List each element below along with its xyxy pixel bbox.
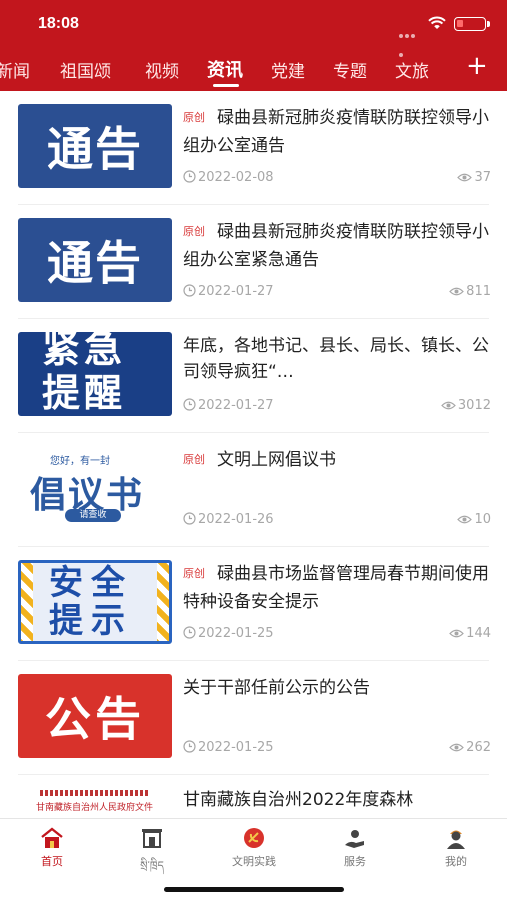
eye-icon — [457, 173, 473, 182]
tab-video[interactable]: 视频 — [145, 57, 179, 82]
gate-icon — [142, 829, 162, 848]
article-title: 原创 碌曲县新冠肺炎疫情联防联控领导小组办公室紧急通告 — [183, 222, 489, 270]
nav-profile-label: 我的 — [445, 855, 467, 868]
tab-culture-tourism[interactable]: 文旅 — [395, 57, 429, 82]
list-item[interactable]: 甘南藏族自治州人民政府文件 甘南藏族自治州2022年度森林 — [0, 775, 507, 818]
article-date: 2022-01-25 — [183, 626, 274, 641]
article-title: 原创 文明上网倡议书 — [183, 450, 336, 470]
original-badge: 原创 — [183, 567, 205, 580]
clock-icon — [183, 626, 196, 639]
eye-icon — [449, 287, 465, 296]
list-item[interactable]: 安全 提示 原创 碌曲县市场监督管理局春节期间使用特种设备安全提示 2022-01… — [0, 547, 507, 661]
article-title: 年底，各地书记、县长、局长、镇长、公司领导疯狂“… — [183, 336, 489, 382]
article-views: 144 — [449, 626, 491, 641]
clock-icon — [183, 398, 196, 411]
home-indicator[interactable] — [164, 887, 344, 892]
nav-service[interactable]: 服务 — [315, 825, 395, 869]
article-thumbnail: 通告 — [18, 218, 172, 302]
original-badge: 原创 — [183, 453, 205, 466]
article-thumbnail: 紧急 提醒 — [18, 332, 172, 416]
nav-home-label: 首页 — [41, 855, 63, 868]
tab-news[interactable]: 新闻 — [0, 57, 30, 82]
top-bar: 18:08 新闻 祖国颂 视频 资讯 党建 专题 文旅 + — [0, 0, 507, 91]
home-icon — [41, 827, 63, 848]
tab-party[interactable]: 党建 — [271, 57, 305, 82]
eye-icon — [441, 401, 456, 410]
list-item[interactable]: 通告 原创 碌曲县新冠肺炎疫情联防联控领导小组办公室紧急通告 2022-01-27… — [0, 205, 507, 319]
article-meta: 2022-01-25 144 — [183, 626, 491, 644]
eye-icon — [449, 743, 465, 752]
nav-profile[interactable]: 我的 — [416, 825, 496, 869]
list-item[interactable]: 公告 关于干部任前公示的公告 2022-01-25 262 — [0, 661, 507, 775]
eye-icon — [449, 629, 465, 638]
nav-home[interactable]: 首页 — [12, 825, 92, 869]
article-title: 关于干部任前公示的公告 — [183, 678, 370, 698]
signal-dots-icon — [399, 23, 421, 57]
article-views: 37 — [457, 170, 491, 185]
article-thumbnail: 您好，有一封 倡议书 请查收 — [18, 446, 172, 530]
list-item[interactable]: 通告 原创 碌曲县新冠肺炎疫情联防联控领导小组办公室通告 2022-02-08 3… — [0, 91, 507, 205]
article-date: 2022-01-27 — [183, 398, 274, 413]
eye-icon — [457, 515, 473, 524]
article-views: 10 — [457, 512, 491, 527]
article-meta: 2022-01-26 10 — [183, 512, 491, 530]
article-date: 2022-01-27 — [183, 284, 274, 299]
service-hand-icon — [345, 830, 364, 848]
clock-icon — [183, 170, 196, 183]
article-title: 甘南藏族自治州2022年度森林 — [183, 790, 414, 810]
profile-icon — [447, 830, 465, 849]
article-thumbnail: 甘南藏族自治州人民政府文件 — [18, 788, 172, 818]
article-meta: 2022-02-08 37 — [183, 170, 491, 188]
list-item[interactable]: 紧急 提醒 年底，各地书记、县长、局长、镇长、公司领导疯狂“… 2022-01-… — [0, 319, 507, 433]
nav-gate-label: སྲི་ཁྲིད — [140, 859, 164, 872]
nav-civilization-practice-label: 文明实践 — [232, 855, 276, 868]
battery-icon — [454, 17, 490, 31]
original-badge: 原创 — [183, 225, 205, 238]
article-views: 811 — [449, 284, 491, 299]
clock-icon — [183, 284, 196, 297]
nav-civilization-practice[interactable]: 文明实践 — [214, 825, 294, 869]
clock-icon — [183, 512, 196, 525]
tab-zuguosong[interactable]: 祖国颂 — [60, 57, 111, 82]
article-thumbnail: 通告 — [18, 104, 172, 188]
category-tabs: 新闻 祖国颂 视频 资讯 党建 专题 文旅 + — [0, 50, 507, 88]
article-title: 原创 碌曲县市场监督管理局春节期间使用特种设备安全提示 — [183, 564, 489, 612]
active-tab-indicator — [213, 84, 239, 87]
nav-service-label: 服务 — [344, 855, 366, 868]
article-views: 262 — [449, 740, 491, 755]
status-time: 18:08 — [38, 15, 79, 32]
article-meta: 2022-01-27 3012 — [183, 398, 491, 416]
nav-gate[interactable]: སྲི་ཁྲིད — [112, 825, 192, 884]
tab-info[interactable]: 资讯 — [207, 56, 243, 82]
list-item[interactable]: 您好，有一封 倡议书 请查收 原创 文明上网倡议书 2022-01-26 10 — [0, 433, 507, 547]
news-list[interactable]: 通告 原创 碌曲县新冠肺炎疫情联防联控领导小组办公室通告 2022-02-08 3… — [0, 91, 507, 818]
article-views: 3012 — [441, 398, 491, 413]
wifi-icon — [428, 16, 446, 29]
article-date: 2022-02-08 — [183, 170, 274, 185]
article-meta: 2022-01-25 262 — [183, 740, 491, 758]
tab-topics[interactable]: 专题 — [333, 57, 367, 82]
party-emblem-icon — [244, 828, 264, 848]
article-thumbnail: 安全 提示 — [18, 560, 172, 644]
article-thumbnail: 公告 — [18, 674, 172, 758]
original-badge: 原创 — [183, 111, 205, 124]
article-date: 2022-01-26 — [183, 512, 274, 527]
article-date: 2022-01-25 — [183, 740, 274, 755]
article-title: 原创 碌曲县新冠肺炎疫情联防联控领导小组办公室通告 — [183, 108, 489, 156]
status-bar: 18:08 — [0, 0, 507, 57]
add-channel-button[interactable]: + — [466, 53, 488, 79]
clock-icon — [183, 740, 196, 753]
article-meta: 2022-01-27 811 — [183, 284, 491, 302]
